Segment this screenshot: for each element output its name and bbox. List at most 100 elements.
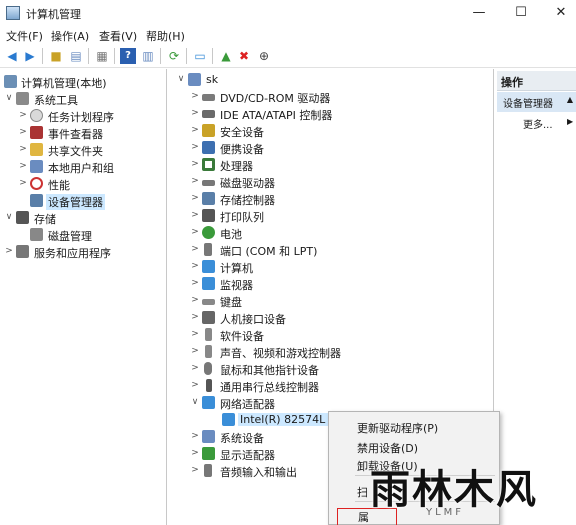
device-category[interactable]: > 处理器	[190, 156, 493, 173]
device-category[interactable]: > 打印队列	[190, 207, 493, 224]
mouse-icon	[204, 362, 212, 375]
actions-section-device-manager[interactable]: 设备管理器 ▲	[497, 92, 576, 112]
device-category-expanded[interactable]: ∨ 网络适配器	[190, 394, 493, 411]
device-category[interactable]: > 声音、视频和游戏控制器	[190, 343, 493, 360]
device-category[interactable]: > 磁盘驱动器	[190, 173, 493, 190]
close-button[interactable]: ✕	[548, 3, 574, 23]
scan-hardware-menu-item[interactable]: 扫	[357, 484, 368, 500]
toolbar-separator	[212, 48, 213, 64]
tree-item-local-users[interactable]: > 本地用户和组	[18, 158, 166, 175]
device-category[interactable]: > 安全设备	[190, 122, 493, 139]
menu-help[interactable]: 帮助(H)	[146, 28, 185, 44]
device-category[interactable]: > DVD/CD-ROM 驱动器	[190, 88, 493, 105]
users-icon	[30, 160, 43, 173]
up-folder-icon[interactable]: ■	[48, 48, 64, 64]
update-driver-icon[interactable]: ▲	[218, 48, 234, 64]
menu-file[interactable]: 文件(F)	[6, 28, 43, 44]
device-label: 打印队列	[220, 211, 264, 224]
forward-icon[interactable]: ▶	[22, 48, 38, 64]
device-category[interactable]: > 端口 (COM 和 LPT)	[190, 241, 493, 258]
device-category[interactable]: > 计算机	[190, 258, 493, 275]
tree-arrow: >	[191, 380, 199, 390]
device-label: 计算机	[220, 262, 253, 275]
device-category[interactable]: > 监视器	[190, 275, 493, 292]
tree-arrow: >	[191, 108, 199, 118]
device-label: 存储控制器	[220, 194, 275, 207]
toolbar-separator	[160, 48, 161, 64]
hid-icon	[202, 311, 215, 324]
device-label: 通用串行总线控制器	[220, 381, 319, 394]
actions-header: 操作	[497, 71, 576, 91]
portable-device-icon	[202, 141, 215, 154]
back-icon[interactable]: ◀	[4, 48, 20, 64]
tree-arrow: >	[5, 246, 13, 256]
device-label: 键盘	[220, 296, 242, 309]
device-category[interactable]: > 通用串行总线控制器	[190, 377, 493, 394]
tree-item-label: 磁盘管理	[48, 230, 92, 243]
tree-item-computer-management[interactable]: 计算机管理(本地)	[2, 73, 166, 90]
scan-hardware-icon[interactable]: ▭	[192, 48, 208, 64]
properties-icon[interactable]: ▦	[94, 48, 110, 64]
tree-arrow: ∨	[5, 212, 13, 222]
device-category[interactable]: > 鼠标和其他指针设备	[190, 360, 493, 377]
collapse-arrow-icon[interactable]: ▲	[567, 95, 573, 104]
tree-item-device-manager[interactable]: 设备管理器	[18, 192, 166, 210]
export-list-icon[interactable]: ▥	[140, 48, 156, 64]
tree-arrow: >	[19, 161, 27, 171]
device-root[interactable]: ∨ sk	[176, 71, 493, 88]
device-category[interactable]: > 软件设备	[190, 326, 493, 343]
software-device-icon	[205, 328, 212, 341]
disable-device-menu-item[interactable]: 禁用设备(D)	[357, 440, 418, 456]
device-category[interactable]: > 便携设备	[190, 139, 493, 156]
tree-arrow: >	[191, 159, 199, 169]
monitor-icon	[202, 260, 215, 273]
tree-item-label: 任务计划程序	[48, 111, 114, 124]
tree-arrow: >	[19, 144, 27, 154]
uninstall-icon[interactable]: ✖	[236, 48, 252, 64]
tree-arrow: >	[191, 244, 199, 254]
disable-device-icon[interactable]: ⊕	[256, 48, 272, 64]
tree-item-event-viewer[interactable]: > 事件查看器	[18, 124, 166, 141]
device-category[interactable]: > 存储控制器	[190, 190, 493, 207]
tree-arrow: ∨	[5, 93, 13, 103]
device-label: 监视器	[220, 279, 253, 292]
refresh-icon[interactable]: ⟳	[166, 48, 182, 64]
device-manager-icon	[30, 194, 43, 207]
device-category[interactable]: > IDE ATA/ATAPI 控制器	[190, 105, 493, 122]
device-category[interactable]: > 键盘	[190, 292, 493, 309]
title-bar: 计算机管理 — ☐ ✕	[0, 0, 576, 26]
device-category[interactable]: > 人机接口设备	[190, 309, 493, 326]
processor-icon	[202, 158, 215, 171]
device-label: 端口 (COM 和 LPT)	[220, 245, 318, 258]
tree-item-task-scheduler[interactable]: > 任务计划程序	[18, 107, 166, 124]
tree-item-disk-management[interactable]: 磁盘管理	[18, 226, 166, 243]
watermark-logo: 雨林木风 YLMF	[370, 455, 576, 525]
tree-arrow: >	[191, 329, 199, 339]
update-driver-menu-item[interactable]: 更新驱动程序(P)	[357, 420, 438, 436]
tree-item-services-apps[interactable]: > 服务和应用程序	[4, 243, 166, 260]
tree-item-shared-folders[interactable]: > 共享文件夹	[18, 141, 166, 158]
tree-item-label: 设备管理器	[46, 194, 105, 210]
device-label: sk	[206, 73, 219, 86]
maximize-button[interactable]: ☐	[508, 3, 534, 23]
tree-item-label: 事件查看器	[48, 128, 103, 141]
show-hide-tree-icon[interactable]: ▤	[68, 48, 84, 64]
tree-arrow: >	[191, 142, 199, 152]
network-card-icon	[222, 413, 235, 426]
more-actions-link[interactable]: 更多... ▶	[523, 116, 573, 131]
menu-view[interactable]: 查看(V)	[99, 28, 137, 44]
device-label: DVD/CD-ROM 驱动器	[220, 92, 331, 105]
storage-controller-icon	[202, 192, 215, 205]
tree-item-system-tools[interactable]: ∨ 系统工具	[4, 90, 166, 107]
sound-icon	[205, 345, 212, 358]
help-icon[interactable]: ?	[120, 48, 136, 64]
minimize-button[interactable]: —	[466, 3, 492, 23]
tree-item-performance[interactable]: > 性能	[18, 175, 166, 192]
device-label: 音频输入和输出	[220, 466, 297, 479]
device-category[interactable]: > 电池	[190, 224, 493, 241]
port-icon	[204, 243, 212, 256]
device-label: 人机接口设备	[220, 313, 286, 326]
menu-action[interactable]: 操作(A)	[51, 28, 89, 44]
tree-item-storage[interactable]: ∨ 存储	[4, 209, 166, 226]
ide-controller-icon	[202, 110, 215, 118]
